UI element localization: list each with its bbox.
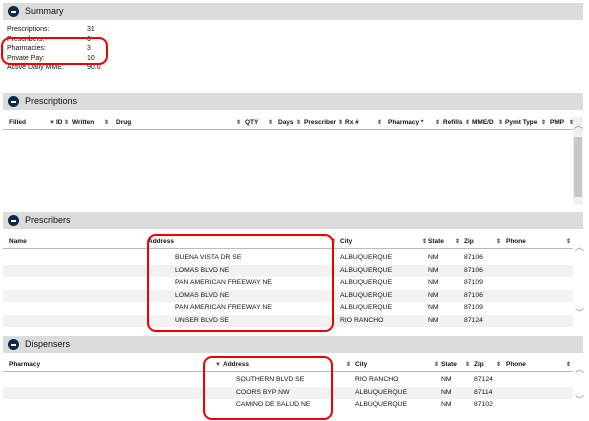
zip-cell: 87102 <box>474 401 493 408</box>
state-cell: NM <box>441 376 452 383</box>
zip-cell: 87124 <box>474 376 493 383</box>
summary-label: Prescriptions: <box>7 26 50 33</box>
minus-circle-icon[interactable] <box>8 215 19 226</box>
chevron-down-icon[interactable]: ﹀ <box>575 393 584 406</box>
chevron-up-icon[interactable]: ︿ <box>574 118 583 131</box>
city-cell: ALBUQUERQUE <box>340 279 393 286</box>
col-state[interactable]: State <box>428 236 444 248</box>
col-drug[interactable]: Drug <box>116 117 131 129</box>
state-cell: NM <box>428 266 439 274</box>
city-cell: ALBUQUERQUE <box>355 388 408 396</box>
section-title: Dispensers <box>25 339 71 349</box>
minus-circle-icon[interactable] <box>8 339 19 350</box>
highlight-box-summary <box>1 37 108 65</box>
sort-arrows-icon[interactable]: ⇕ <box>377 117 382 129</box>
sort-arrows-icon[interactable]: ⇕ <box>236 117 241 129</box>
col-id[interactable]: ID <box>56 117 63 129</box>
sort-arrows-icon[interactable]: ⇕ <box>496 359 501 371</box>
state-cell: NM <box>428 279 439 286</box>
col-pharmacy[interactable]: Pharmacy * <box>388 117 423 129</box>
col-state[interactable]: State <box>441 359 457 371</box>
chevron-down-icon[interactable]: ﹀ <box>575 306 584 319</box>
sort-arrows-icon[interactable]: ⇕ <box>566 236 571 248</box>
summary-value: 31 <box>87 26 95 33</box>
minus-circle-icon[interactable] <box>8 96 19 107</box>
sort-arrows-icon[interactable]: ▼ <box>49 117 55 129</box>
col-prescriber[interactable]: Prescriber <box>304 117 336 129</box>
section-title: Prescriptions <box>25 96 78 106</box>
state-cell: NM <box>441 401 452 408</box>
city-cell: RIO RANCHO <box>340 316 384 324</box>
prescriptions-table-header: Filled ▼ ID ⇕ Written ⇕ Drug ⇕ QTY ⇕ Day… <box>3 117 574 130</box>
sort-arrows-icon[interactable]: ⇕ <box>465 117 470 129</box>
col-rx[interactable]: Rx # <box>345 117 359 129</box>
col-zip[interactable]: Zip <box>464 236 474 248</box>
col-filled[interactable]: Filled <box>9 117 26 129</box>
zip-cell: 87109 <box>464 279 483 286</box>
zip-cell: 87109 <box>464 304 483 311</box>
col-days[interactable]: Days <box>278 117 294 129</box>
sort-arrows-icon[interactable]: ⇕ <box>455 236 460 248</box>
chevron-up-icon[interactable]: ︿ <box>575 362 584 375</box>
sort-arrows-icon[interactable]: ⇕ <box>465 359 470 371</box>
city-cell: ALBUQUERQUE <box>340 304 393 311</box>
city-cell: ALBUQUERQUE <box>340 266 393 274</box>
col-written[interactable]: Written <box>72 117 94 129</box>
dispensers-section-header[interactable]: Dispensers <box>3 336 583 353</box>
city-cell: RIO RANCHO <box>355 376 399 383</box>
col-pharmacy[interactable]: Pharmacy <box>9 359 40 371</box>
zip-cell: 87106 <box>464 254 483 261</box>
zip-cell: 87106 <box>464 266 483 274</box>
state-cell: NM <box>441 388 452 396</box>
sort-arrows-icon[interactable]: ⇕ <box>346 359 351 371</box>
sort-arrows-icon[interactable]: ⇕ <box>64 117 69 129</box>
sort-arrows-icon[interactable]: ⇕ <box>296 117 301 129</box>
col-qty[interactable]: QTY <box>245 117 258 129</box>
minus-circle-icon[interactable] <box>8 6 19 17</box>
highlight-box-dispensers <box>203 356 333 420</box>
col-pmp[interactable]: PMP <box>550 117 564 129</box>
sort-arrows-icon[interactable]: ⇕ <box>434 359 439 371</box>
city-cell: ALBUQUERQUE <box>340 291 393 299</box>
col-name[interactable]: Name <box>9 236 27 248</box>
sort-arrows-icon[interactable]: ⇕ <box>422 236 427 248</box>
col-city[interactable]: City <box>355 359 367 371</box>
section-title: Prescribers <box>25 215 71 225</box>
col-phone[interactable]: Phone <box>506 359 526 371</box>
sort-arrows-icon[interactable]: ⇕ <box>496 236 501 248</box>
summary-section-header[interactable]: Summary <box>3 3 583 20</box>
sort-arrows-icon[interactable]: ⇕ <box>104 117 109 129</box>
city-cell: ALBUQUERQUE <box>355 401 408 408</box>
col-phone[interactable]: Phone <box>506 236 526 248</box>
col-pymt-type[interactable]: Pymt Type <box>505 117 537 129</box>
highlight-box-prescribers <box>147 234 334 332</box>
zip-cell: 87114 <box>474 388 493 396</box>
prescriptions-section-header[interactable]: Prescriptions <box>3 93 583 110</box>
scrollbar-thumb[interactable] <box>574 137 582 197</box>
col-city[interactable]: City <box>340 236 352 248</box>
zip-cell: 87124 <box>464 316 483 324</box>
sort-arrows-icon[interactable]: ⇕ <box>268 117 273 129</box>
zip-cell: 87106 <box>464 291 483 299</box>
col-mmed[interactable]: MME/D <box>472 117 494 129</box>
prescribers-section-header[interactable]: Prescribers <box>3 212 583 229</box>
section-title: Summary <box>25 6 64 16</box>
chevron-up-icon[interactable]: ︿ <box>575 240 584 253</box>
sort-arrows-icon[interactable]: ⇕ <box>498 117 503 129</box>
state-cell: NM <box>428 254 439 261</box>
sort-arrows-icon[interactable]: ⇕ <box>566 359 571 371</box>
sort-arrows-icon[interactable]: ⇕ <box>435 117 440 129</box>
state-cell: NM <box>428 316 439 324</box>
col-zip[interactable]: Zip <box>474 359 484 371</box>
col-refills[interactable]: Refills <box>443 117 463 129</box>
prescriptions-scrollbar[interactable]: ︿ <box>573 117 583 205</box>
sort-arrows-icon[interactable]: ⇕ <box>338 117 343 129</box>
sort-arrows-icon[interactable]: ⇕ <box>541 117 546 129</box>
state-cell: NM <box>428 304 439 311</box>
state-cell: NM <box>428 291 439 299</box>
city-cell: ALBUQUERQUE <box>340 254 393 261</box>
